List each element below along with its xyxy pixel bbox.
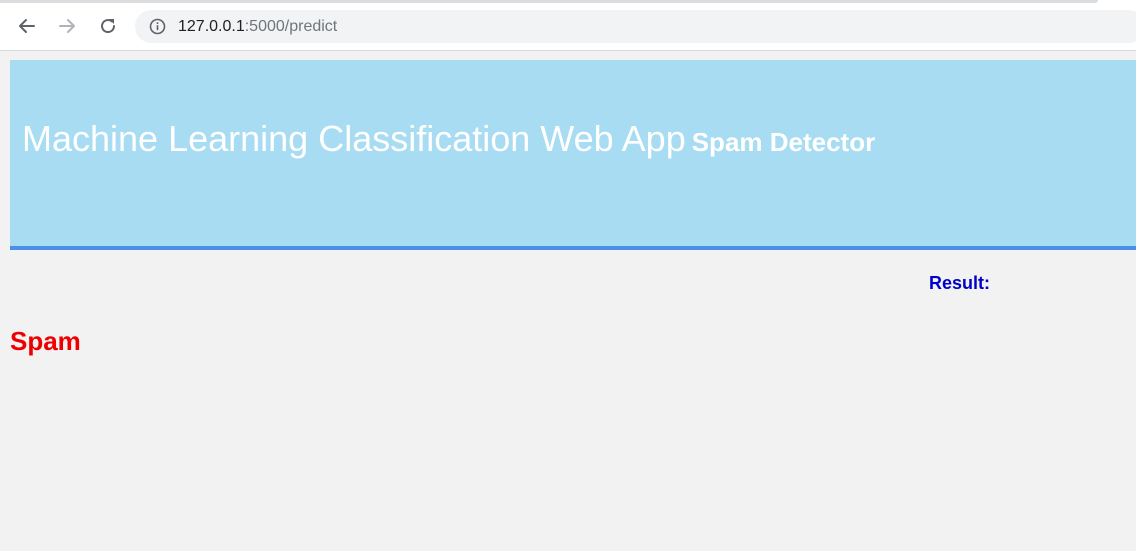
app-subtitle: Spam Detector xyxy=(691,127,876,157)
url-text[interactable]: 127.0.0.1:5000/predict xyxy=(178,17,337,36)
reload-button[interactable] xyxy=(94,12,122,40)
page-header: Machine Learning Classification Web App S… xyxy=(10,60,1136,250)
arrow-right-icon xyxy=(59,19,75,33)
info-icon[interactable] xyxy=(149,18,166,35)
forward-button[interactable] xyxy=(53,12,81,40)
arrow-left-icon xyxy=(19,19,35,33)
url-host: 127.0.0.1 xyxy=(178,18,245,35)
result-label: Result: xyxy=(929,273,991,293)
reload-icon xyxy=(101,19,116,34)
back-button[interactable] xyxy=(13,12,41,40)
page-title: Machine Learning Classification Web App S… xyxy=(22,118,875,163)
prediction-output: Spam xyxy=(10,326,81,356)
browser-toolbar: 127.0.0.1:5000/predict xyxy=(0,0,1136,51)
app-title: Machine Learning Classification Web App xyxy=(22,118,686,159)
url-path: :5000/predict xyxy=(244,18,338,35)
address-bar[interactable]: 127.0.0.1:5000/predict xyxy=(135,10,1136,43)
tab-strip-edge xyxy=(0,0,1098,3)
